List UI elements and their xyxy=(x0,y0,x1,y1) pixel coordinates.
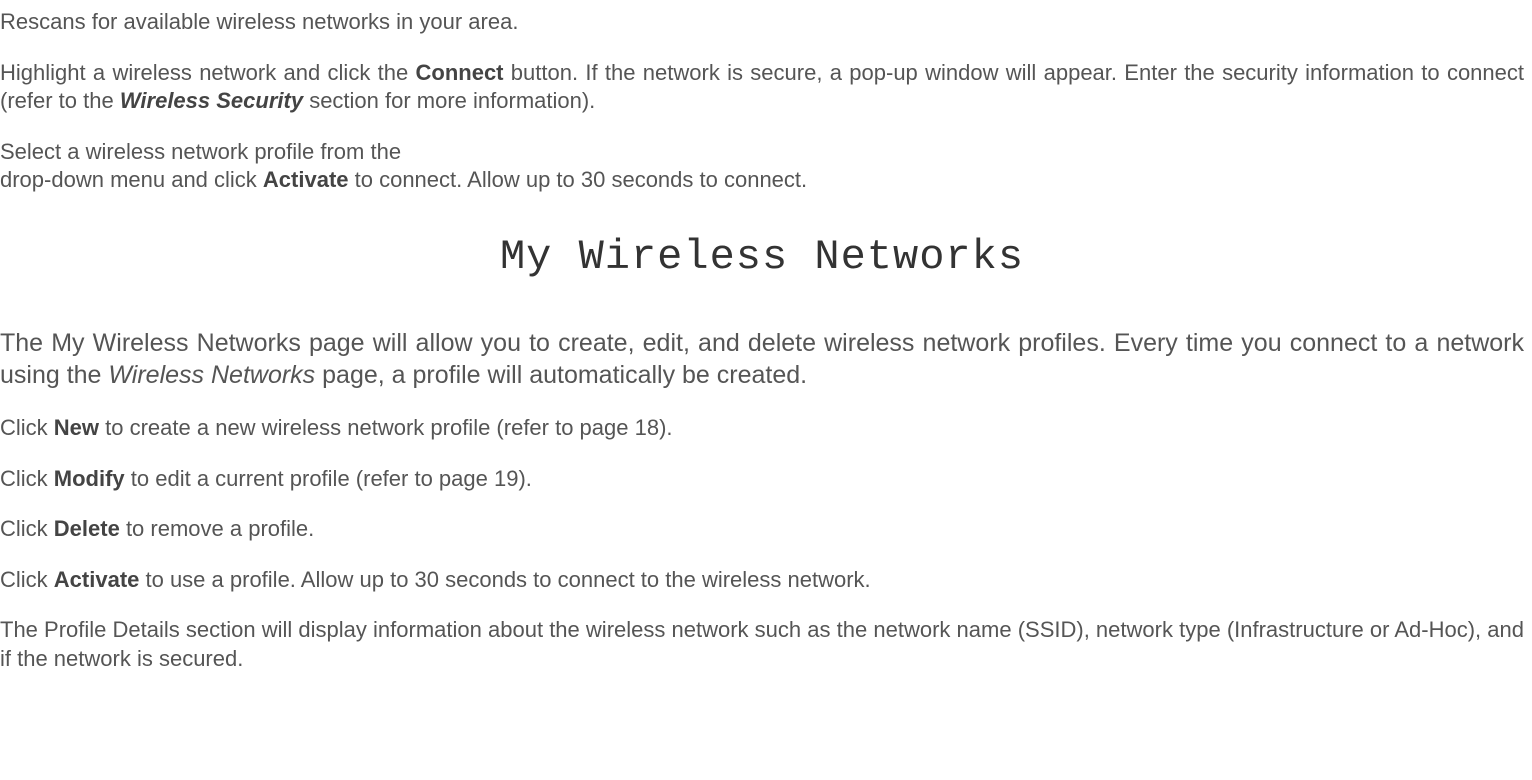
text: to edit a current profile (refer to page… xyxy=(125,466,532,491)
delete-bold: Delete xyxy=(54,516,120,541)
paragraph-details: The Profile Details section will display… xyxy=(0,616,1524,673)
text: Select a wireless network profile from t… xyxy=(0,139,401,164)
text: Click xyxy=(0,466,54,491)
paragraph-select: Select a wireless network profile from t… xyxy=(0,138,1524,195)
paragraph-rescan: Rescans for available wireless networks … xyxy=(0,8,1524,37)
text: Click xyxy=(0,567,54,592)
text: to connect. Allow up to 30 seconds to co… xyxy=(349,167,808,192)
new-bold: New xyxy=(54,415,99,440)
paragraph-activate: Click Activate to use a profile. Allow u… xyxy=(0,566,1524,595)
text: Click xyxy=(0,516,54,541)
text: Click xyxy=(0,415,54,440)
connect-bold: Connect xyxy=(416,60,504,85)
paragraph-new: Click New to create a new wireless netwo… xyxy=(0,414,1524,443)
heading-my-wireless-networks: My Wireless Networks xyxy=(0,233,1524,281)
text: to use a profile. Allow up to 30 seconds… xyxy=(139,567,870,592)
wireless-security-bold-italic: Wireless Security xyxy=(120,88,303,113)
document-content: Rescans for available wireless networks … xyxy=(0,8,1524,674)
paragraph-modify: Click Modify to edit a current profile (… xyxy=(0,465,1524,494)
text: drop-down menu and click xyxy=(0,167,263,192)
text: to create a new wireless network profile… xyxy=(99,415,673,440)
activate-bold: Activate xyxy=(263,167,349,192)
wireless-networks-italic: Wireless Networks xyxy=(108,361,315,389)
modify-bold: Modify xyxy=(54,466,125,491)
paragraph-highlight: Highlight a wireless network and click t… xyxy=(0,59,1524,116)
paragraph-intro: The My Wireless Networks page will allow… xyxy=(0,327,1524,392)
text: The Profile Details section will display… xyxy=(0,617,1524,671)
activate-bold-2: Activate xyxy=(54,567,140,592)
text: section for more information). xyxy=(303,88,595,113)
text: Rescans for available wireless networks … xyxy=(0,9,518,34)
text: page, a profile will automatically be cr… xyxy=(315,361,807,389)
text: Highlight a wireless network and click t… xyxy=(0,60,416,85)
text: to remove a profile. xyxy=(120,516,314,541)
paragraph-delete: Click Delete to remove a profile. xyxy=(0,515,1524,544)
